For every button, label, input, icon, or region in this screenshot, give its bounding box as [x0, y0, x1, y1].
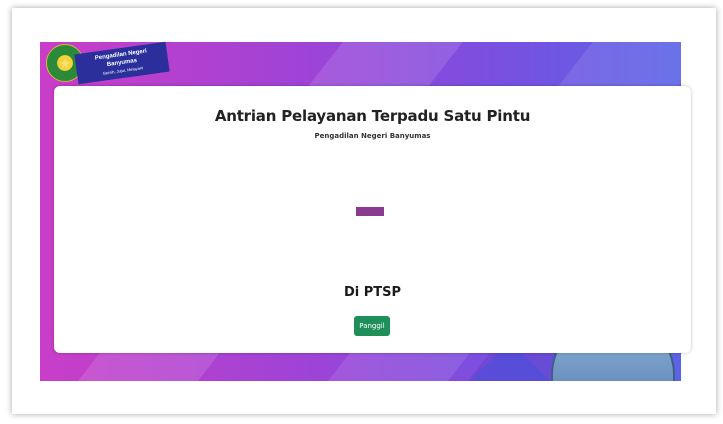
service-location-label: Di PTSP — [343, 285, 402, 300]
page-subtitle: Pengadilan Negeri Banyumas — [314, 132, 431, 140]
queue-number-indicator — [356, 207, 384, 216]
queue-card: Antrian Pelayanan Terpadu Satu Pintu Pen… — [54, 86, 691, 353]
page-title: Antrian Pelayanan Terpadu Satu Pintu — [214, 107, 531, 125]
logo-ribbon: Pengadilan Negeri Banyumas Bersih, Jujur… — [74, 41, 170, 85]
call-button[interactable]: Panggil — [354, 316, 390, 336]
court-logo: ★ Pengadilan Negeri Banyumas Bersih, Juj… — [46, 41, 186, 88]
